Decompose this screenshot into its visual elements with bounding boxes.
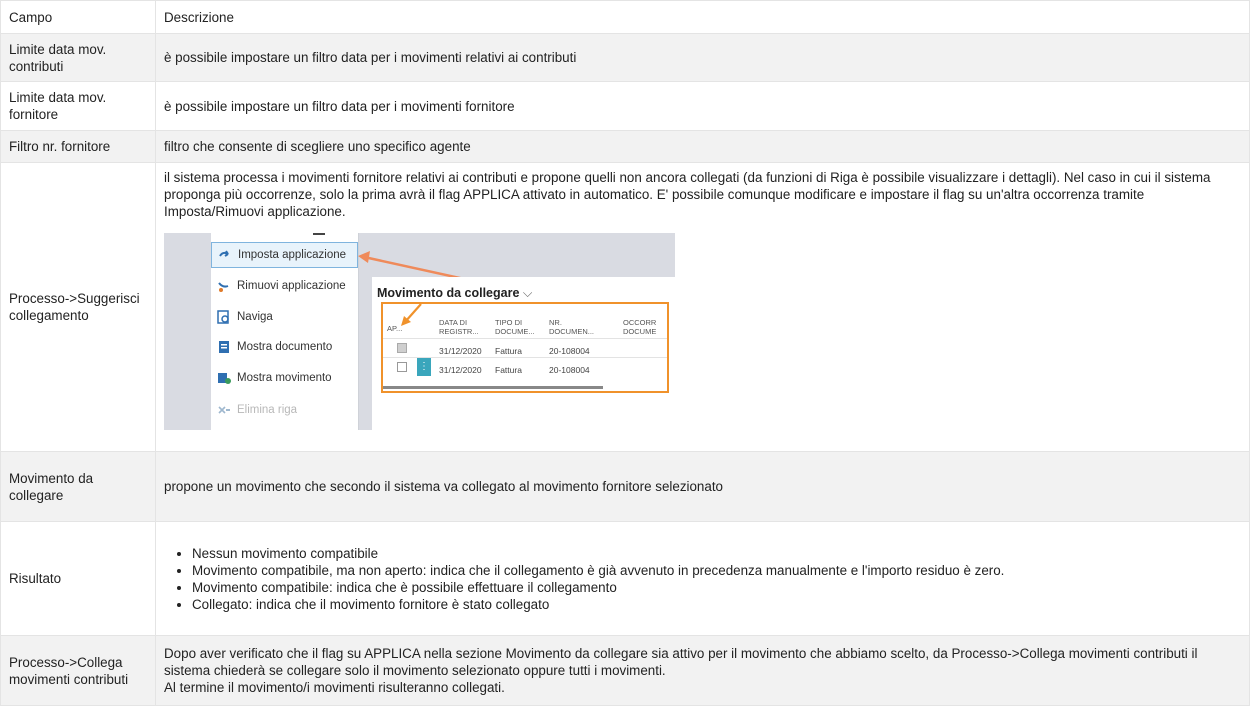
arrow-remove-icon [217,279,231,293]
result-list: Nessun movimento compatibile Movimento c… [164,545,1241,613]
table-row: Processo->Suggerisci collegamento il sis… [0,162,1250,452]
column-header[interactable]: NR. DOCUMEN... [549,318,594,336]
column-header[interactable]: DATA DI REGISTR... [439,318,481,336]
column-header[interactable]: AP... [387,324,402,333]
navigate-icon [217,310,231,324]
list-item: Movimento compatibile, ma non aperto: in… [192,562,1241,579]
row-actions-icon[interactable]: ⋮ [417,358,431,376]
column-header[interactable]: OCCORR DOCUME [623,318,663,336]
panel-title: Movimento da collegare ⌵ [377,286,533,300]
context-menu: Imposta applicazione Rimuovi applicazion… [211,233,359,430]
list-item: Collegato: indica che il movimento forni… [192,596,1241,613]
menu-item-mostra-movimento[interactable]: Mostra movimento [211,365,358,391]
field-name: Processo->Suggerisci collegamento [0,162,156,452]
apply-checkbox[interactable] [397,343,407,353]
arrow-apply-icon [218,248,232,262]
horizontal-scrollbar[interactable] [383,386,603,389]
field-description: propone un movimento che secondo il sist… [155,451,1250,522]
entry-icon [217,371,231,385]
field-name: Limite data mov. contributi [0,33,156,82]
list-item: Movimento compatibile: indica che è poss… [192,579,1241,596]
menu-item-imposta-applicazione[interactable]: Imposta applicazione [211,242,358,268]
list-item: Nessun movimento compatibile [192,545,1241,562]
menu-item-elimina-riga[interactable]: Elimina riga [211,397,358,423]
header-campo: Campo [0,0,156,34]
table-header-row: Campo Descrizione [0,0,1250,34]
menu-item-rimuovi-applicazione[interactable]: Rimuovi applicazione [211,273,358,299]
field-name: Movimento da collegare [0,451,156,522]
field-name: Risultato [0,521,156,636]
embedded-screenshot: Imposta applicazione Rimuovi applicazion… [164,233,675,430]
field-description: Dopo aver verificato che il flag su APPL… [164,646,1198,678]
document-icon [217,340,231,354]
table-row[interactable]: ⋮ 31/12/2020 Fattura 20-108004 [383,357,667,376]
movimento-da-collegare-panel: Movimento da collegare ⌵ AP... DATA DI R… [372,277,675,430]
chevron-down-icon[interactable]: ⌵ [519,286,532,300]
fields-table: Campo Descrizione Limite data mov. contr… [0,0,1250,706]
field-description: Al termine il movimento/i movimenti risu… [164,680,505,695]
column-header[interactable]: TIPO DI DOCUME... [495,318,535,336]
field-name: Filtro nr. fornitore [0,130,156,163]
field-name: Processo->Collega movimenti contributi [0,635,156,706]
field-description-cell: Nessun movimento compatibile Movimento c… [155,521,1250,636]
table-row: Limite data mov. fornitore è possibile i… [0,81,1250,131]
field-description-cell: il sistema processa i movimenti fornitor… [155,162,1250,452]
delete-row-icon [217,403,231,417]
header-descrizione: Descrizione [155,0,1250,34]
field-description: è possibile impostare un filtro data per… [155,33,1250,82]
field-name: Limite data mov. fornitore [0,81,156,131]
table-row: Processo->Collega movimenti contributi D… [0,635,1250,706]
table-row: Movimento da collegare propone un movime… [0,451,1250,522]
field-description-cell: Dopo aver verificato che il flag su APPL… [155,635,1250,706]
apply-checkbox[interactable] [397,362,407,372]
table-row: Risultato Nessun movimento compatibile M… [0,521,1250,636]
table-row[interactable]: 31/12/2020 Fattura 20-108004 [383,338,667,357]
table-row: Limite data mov. contributi è possibile … [0,33,1250,82]
field-description: è possibile impostare un filtro data per… [155,81,1250,131]
field-description: filtro che consente di scegliere uno spe… [155,130,1250,163]
table-row: Filtro nr. fornitore filtro che consente… [0,130,1250,163]
menu-item-naviga[interactable]: Naviga [211,304,358,330]
field-description: il sistema processa i movimenti fornitor… [164,170,1211,219]
menu-item-mostra-documento[interactable]: Mostra documento [211,334,358,360]
pointer-arrow-icon [401,303,422,326]
entries-grid: AP... DATA DI REGISTR... TIPO DI DOCUME.… [381,302,669,393]
